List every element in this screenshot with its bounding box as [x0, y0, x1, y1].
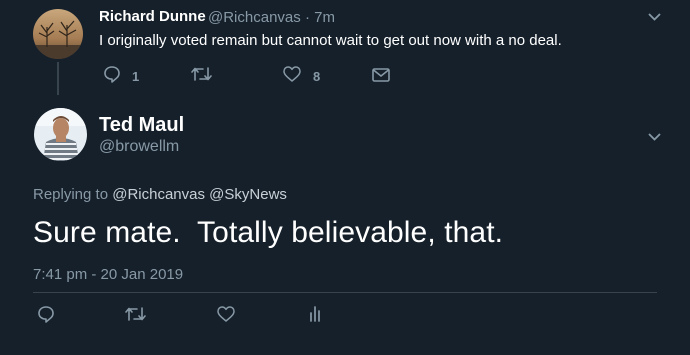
avatar[interactable]	[34, 108, 87, 161]
parent-display-name[interactable]: Richard Dunne	[99, 8, 206, 25]
parent-tweet-text: I originally voted remain but cannot wai…	[99, 32, 562, 49]
message-button[interactable]	[372, 68, 390, 87]
parent-meta: @Richcanvas · 7m	[208, 9, 335, 26]
analytics-button[interactable]	[309, 304, 323, 327]
like-count: 8	[313, 69, 321, 84]
like-icon	[283, 66, 301, 87]
avatar[interactable]	[33, 9, 83, 59]
retweet-button[interactable]	[125, 306, 146, 327]
retweet-icon	[191, 66, 212, 87]
main-display-name[interactable]: Ted Maul	[99, 114, 184, 137]
parent-handle[interactable]: @Richcanvas	[208, 9, 301, 26]
analytics-icon	[309, 304, 323, 327]
thread-connector-line	[57, 62, 59, 95]
replying-prefix: Replying to	[33, 186, 109, 203]
like-button[interactable]: 8	[283, 66, 320, 87]
reply-icon	[37, 305, 55, 328]
retweet-button[interactable]	[191, 66, 212, 87]
main-tweet-text: Sure mate. Totally believable, that.	[33, 216, 504, 249]
divider	[33, 292, 657, 293]
reply-button[interactable]: 1	[103, 65, 139, 88]
reply-button[interactable]	[37, 305, 55, 328]
tweet-timestamp[interactable]: 7:41 pm - 20 Jan 2019	[33, 266, 183, 283]
parent-time[interactable]: 7m	[314, 9, 335, 26]
chevron-down-icon[interactable]	[648, 133, 661, 141]
main-handle[interactable]: @browellm	[99, 138, 179, 156]
reply-count: 1	[132, 69, 140, 84]
replying-to-line: Replying to @Richcanvas @SkyNews	[33, 186, 287, 203]
chevron-down-icon[interactable]	[648, 13, 661, 21]
meta-separator: ·	[304, 9, 310, 26]
like-button[interactable]	[217, 306, 235, 327]
message-icon	[372, 68, 390, 87]
reply-icon	[103, 65, 121, 88]
retweet-icon	[125, 306, 146, 327]
like-icon	[217, 306, 235, 327]
replying-to-mention[interactable]: @Richcanvas	[112, 186, 205, 203]
replying-to-mention[interactable]: @SkyNews	[209, 186, 287, 203]
